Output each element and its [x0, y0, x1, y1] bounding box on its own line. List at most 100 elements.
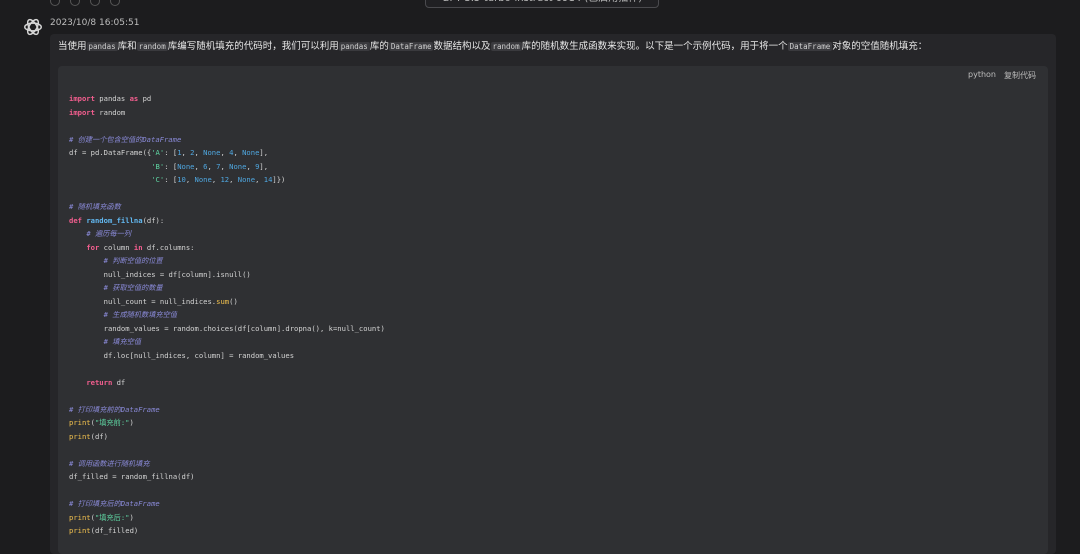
code-token: # 生成随机数填充空值 — [103, 310, 177, 319]
inline-code: random — [136, 42, 168, 51]
code-token: # 遍历每一列 — [86, 229, 131, 238]
code-token: # 打印填充前的DataFrame — [69, 404, 160, 414]
code-token: # 打印填充后的DataFrame — [69, 499, 160, 508]
code-token: 'A' — [151, 148, 165, 157]
code-token: df_filled = random_fillna(df) — [69, 472, 195, 481]
toolbar-circle-icon[interactable] — [90, 0, 100, 6]
code-token: None — [229, 161, 247, 171]
code-line: # 判断空值的位置 — [69, 254, 385, 268]
code-token: df.columns: — [142, 242, 195, 252]
toolbar-icons — [50, 0, 120, 6]
message-intro-text: 当使用 pandas 库和 random 库编写随机填充的代码时，我们可以利用 panda… — [58, 41, 928, 52]
code-token: ]}) — [272, 175, 286, 184]
code-token: null_indices = df[column].isnull() — [69, 269, 251, 279]
message-timestamp: 2023/10/8 16:05:51 — [50, 18, 140, 28]
code-token: , — [220, 148, 230, 157]
toolbar-circle-icon[interactable] — [50, 0, 60, 6]
code-token: ], — [259, 161, 269, 171]
code-token: import — [69, 107, 95, 117]
code-token: None — [242, 148, 260, 157]
code-token: ], — [259, 148, 269, 157]
code-line: import pandas as pd — [69, 92, 385, 106]
code-token: # 判断空值的位置 — [103, 256, 163, 265]
code-line: # 生成随机数填充空值 — [69, 308, 385, 322]
code-token: # 随机填充函数 — [69, 202, 121, 211]
code-line: df_filled = random_fillna(df) — [69, 470, 385, 484]
code-token: random_values = random.choices(df[column… — [69, 323, 385, 333]
code-token: sum — [216, 296, 230, 306]
code-token: # 填充空值 — [103, 337, 142, 346]
code-token: for — [86, 242, 100, 252]
model-selector[interactable]: GPT-3.5-turbo-instruct 0914 (已启用插件) — [425, 0, 659, 8]
code-line: print(df_filled) — [69, 524, 385, 538]
code-token: print — [69, 431, 91, 441]
code-line: return df — [69, 376, 385, 390]
code-token: # 获取空值的数量 — [103, 283, 163, 292]
code-token: in — [133, 242, 143, 252]
toolbar-circle-icon[interactable] — [110, 0, 120, 6]
code-token: , — [229, 175, 238, 184]
inline-code: DataFrame — [388, 42, 434, 51]
code-line: print(df) — [69, 430, 385, 444]
inline-code: DataFrame — [787, 42, 833, 51]
code-token: : [ — [164, 175, 178, 184]
code-token: None — [194, 175, 212, 184]
code-line: 'B': [None, 6, 7, None, 9], — [69, 160, 385, 174]
code-token: None — [237, 175, 256, 184]
code-token: (df): — [142, 215, 165, 225]
code-token: : [ — [164, 161, 178, 171]
code-token: , — [185, 175, 195, 184]
code-token: random_fillna — [86, 215, 143, 225]
toolbar-circle-icon[interactable] — [70, 0, 80, 6]
code-token: df = pd.DataFrame({ — [69, 148, 152, 157]
code-token: pandas — [94, 94, 130, 103]
top-toolbar: GPT-3.5-turbo-instruct 0914 (已启用插件) — [0, 0, 1080, 8]
openai-logo-icon — [24, 18, 42, 36]
code-token: 10 — [177, 175, 186, 184]
code-token: , — [194, 148, 204, 157]
code-line: random_values = random.choices(df[column… — [69, 322, 385, 336]
code-line: # 随机填充函数 — [69, 200, 385, 214]
code-line: df.loc[null_indices, column] = random_va… — [69, 349, 385, 363]
code-token: None — [177, 161, 195, 171]
code-line: def random_fillna(df): — [69, 214, 385, 228]
code-line: # 填充空值 — [69, 335, 385, 349]
code-line: print("填充后:") — [69, 511, 385, 525]
code-token: , — [220, 161, 230, 171]
inline-code: random — [490, 42, 522, 51]
inline-code: pandas — [338, 42, 370, 51]
code-token: "填充后:" — [94, 512, 130, 522]
code-token: , — [194, 161, 204, 171]
code-token: None — [203, 148, 221, 157]
code-token: , — [246, 161, 256, 171]
code-line: # 打印填充前的DataFrame — [69, 403, 385, 417]
copy-code-button[interactable]: 复制代码 — [1004, 70, 1036, 81]
code-line: null_count = null_indices.sum() — [69, 295, 385, 309]
assistant-message: 当使用 pandas 库和 random 库编写随机填充的代码时，我们可以利用 panda… — [50, 34, 1056, 554]
code-token: pd — [138, 94, 152, 103]
code-line: # 创建一个包含空值的DataFrame — [69, 133, 385, 147]
code-line: # 获取空值的数量 — [69, 281, 385, 295]
code-token: ) — [129, 512, 134, 522]
code-token: () — [229, 296, 238, 306]
code-token: , — [255, 175, 264, 184]
code-line: # 遍历每一列 — [69, 227, 385, 241]
code-token: df — [112, 377, 126, 387]
code-token: column — [99, 242, 134, 252]
code-block-header: python 复制代码 — [968, 70, 1036, 81]
inline-code: pandas — [86, 42, 118, 51]
code-token: 12 — [220, 175, 230, 184]
code-token: import — [69, 94, 95, 103]
